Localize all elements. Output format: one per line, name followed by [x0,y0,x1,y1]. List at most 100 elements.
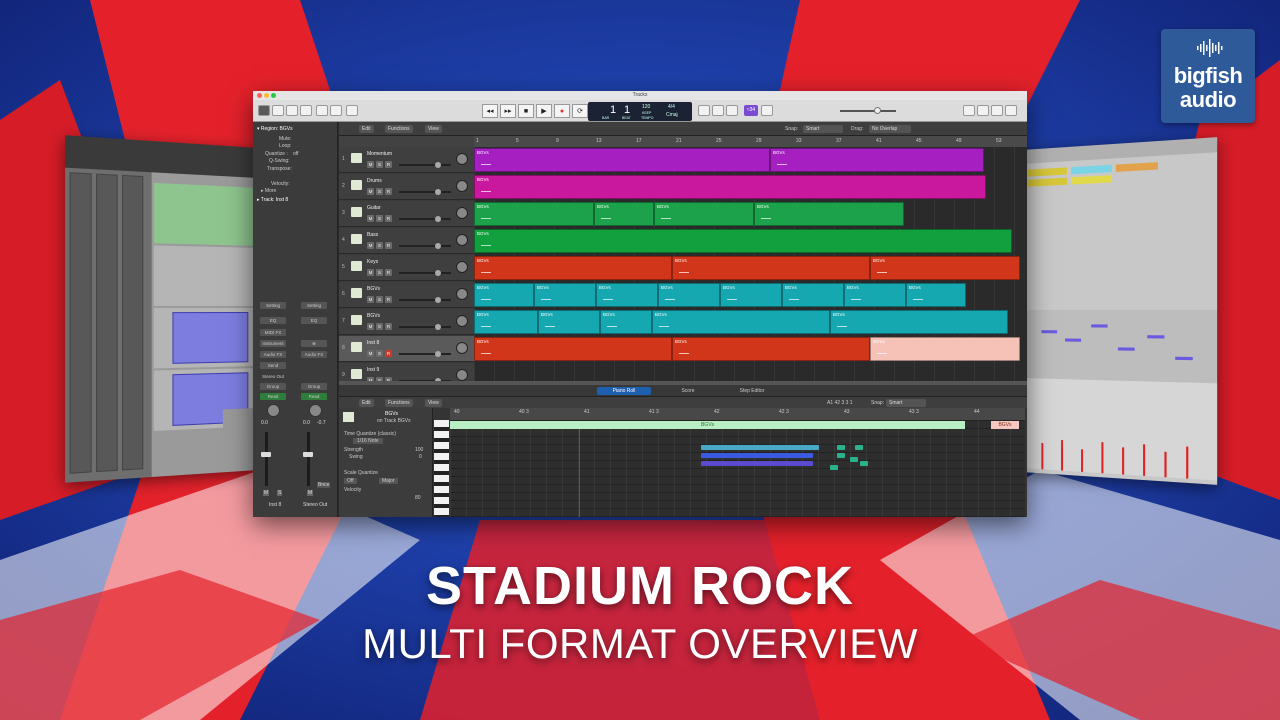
piano-roll-ruler[interactable]: 40 40 3 41 41 3 42 42 3 43 43 3 44 [450,408,1025,420]
pan-knob[interactable] [456,261,468,273]
mute-button[interactable]: M [367,269,374,276]
midi-note[interactable] [855,445,863,450]
track-header[interactable]: 7 BGVs M S R [339,309,474,335]
solo-button[interactable]: S [376,296,383,303]
region[interactable]: BGVs [844,283,906,307]
toolbar-icon[interactable] [300,105,312,116]
pan-knob[interactable] [456,288,468,300]
region[interactable]: BGVs [652,310,830,334]
playhead[interactable] [579,429,580,517]
track-header[interactable]: 2 Drums M S R [339,174,474,200]
strength-value[interactable]: 100 [415,447,423,453]
midi-note[interactable] [850,457,858,462]
region[interactable]: BGVs [594,202,654,226]
midi-note[interactable] [701,445,819,450]
track-header[interactable]: 1 Momentum M S R [339,147,474,173]
pan-knob[interactable] [456,234,468,246]
cycle-button[interactable]: ⟳ [572,104,588,118]
region[interactable]: BGVs [474,202,594,226]
track-header[interactable]: 6 BGVs M S R [339,282,474,308]
bounce-button[interactable]: Bnce [317,482,330,488]
pr-edit-menu[interactable]: Edit [359,399,374,407]
pr-view-menu[interactable]: View [425,399,442,407]
minimize-icon[interactable] [264,93,269,98]
group-button-left[interactable]: Group [260,383,286,390]
lcd-display[interactable]: 1 1 BAR BEAT 120 KEEP TEMPO 4/4 Cmaj [588,102,692,121]
region[interactable]: BGVs [600,310,652,334]
forward-button[interactable]: ▸▸ [500,104,516,118]
midi-note[interactable] [701,453,813,458]
view-menu[interactable]: View [425,125,442,133]
metronome-icon[interactable] [761,105,773,116]
mute-button[interactable]: M [367,188,374,195]
pr-functions-menu[interactable]: Functions [385,399,413,407]
region[interactable]: BGVs [782,283,844,307]
master-volume-slider[interactable] [840,110,896,112]
scale-major-select[interactable]: Major [379,478,398,484]
region[interactable]: BGVs [534,283,596,307]
drag-menu[interactable]: No Overlap [869,125,911,133]
play-button[interactable]: ▶ [536,104,552,118]
mute-button-right[interactable]: M [307,490,313,496]
region-band[interactable]: BGVs [450,421,965,429]
mute-button[interactable]: M [367,215,374,222]
record-enable-button[interactable]: R [385,350,392,357]
edit-menu[interactable]: Edit [359,125,374,133]
mute-button-left[interactable]: M [263,490,269,496]
region[interactable]: BGVs [754,202,904,226]
track-volume-slider[interactable] [399,272,451,274]
track-volume-slider[interactable] [399,326,451,328]
solo-button[interactable]: S [376,323,383,330]
record-enable-button[interactable]: R [385,323,392,330]
solo-button[interactable]: S [376,161,383,168]
volume-fader-right[interactable] [303,452,313,457]
read-button-left[interactable]: Read [260,393,286,400]
track-volume-slider[interactable] [399,218,451,220]
pan-knob[interactable] [456,369,468,381]
midi-note[interactable] [837,453,845,458]
inspector-icon[interactable] [272,105,284,116]
track-header[interactable]: 3 Guitar M S R [339,201,474,227]
solo-button[interactable]: S [376,350,383,357]
cpu-badge[interactable]: ≈34 [744,105,758,116]
notepad-icon[interactable] [977,105,989,116]
pr-snap-menu[interactable]: Smart [886,399,926,407]
region[interactable]: BGVs [870,337,1020,361]
track-header[interactable]: 8 Inst 8MSR [339,336,474,362]
close-icon[interactable] [257,93,262,98]
track-volume-slider[interactable] [399,245,451,247]
group-button-right[interactable]: Group [301,383,327,390]
pan-knob[interactable] [456,180,468,192]
snap-menu[interactable]: Smart [803,125,843,133]
read-button-right[interactable]: Read [301,393,327,400]
mixer-icon[interactable] [330,105,342,116]
slider-thumb[interactable] [435,243,441,249]
track-volume-slider[interactable] [399,191,451,193]
mute-button[interactable]: M [367,161,374,168]
region[interactable]: BGVs [830,310,1008,334]
setting-button-left[interactable]: Setting [260,302,286,309]
midi-note[interactable] [830,465,838,470]
instrument-button[interactable]: Instrument [260,340,286,347]
record-enable-button[interactable]: R [385,269,392,276]
tab-step-editor[interactable]: Step Editor [725,387,779,395]
region[interactable]: BGVs [474,148,770,172]
midi-note[interactable] [837,445,845,450]
arrange-area[interactable]: BGVs BGVs BGVs BGVs BGVs BGVs BGVs BGVs BGVs BGVs… [474,147,1027,381]
record-enable-button[interactable]: R [385,242,392,249]
quantize-value[interactable]: off [293,151,298,157]
tab-piano-roll[interactable]: Piano Roll [597,387,651,395]
region[interactable]: BGVs [720,283,782,307]
audio-fx-button-right[interactable]: Audio FX [301,351,327,358]
midi-fx-button[interactable]: MIDI FX [260,329,286,336]
solo-button[interactable]: S [376,215,383,222]
pan-knob[interactable] [456,315,468,327]
setting-button-right[interactable]: Setting [301,302,327,309]
slider-thumb[interactable] [435,189,441,195]
region[interactable]: BGVs [672,337,870,361]
track-header[interactable]: 5 Keys M S R [339,255,474,281]
region[interactable]: BGVs [658,283,720,307]
piano-keyboard[interactable] [434,420,449,517]
editors-icon[interactable] [346,105,358,116]
pan-knob-right[interactable] [309,404,322,417]
